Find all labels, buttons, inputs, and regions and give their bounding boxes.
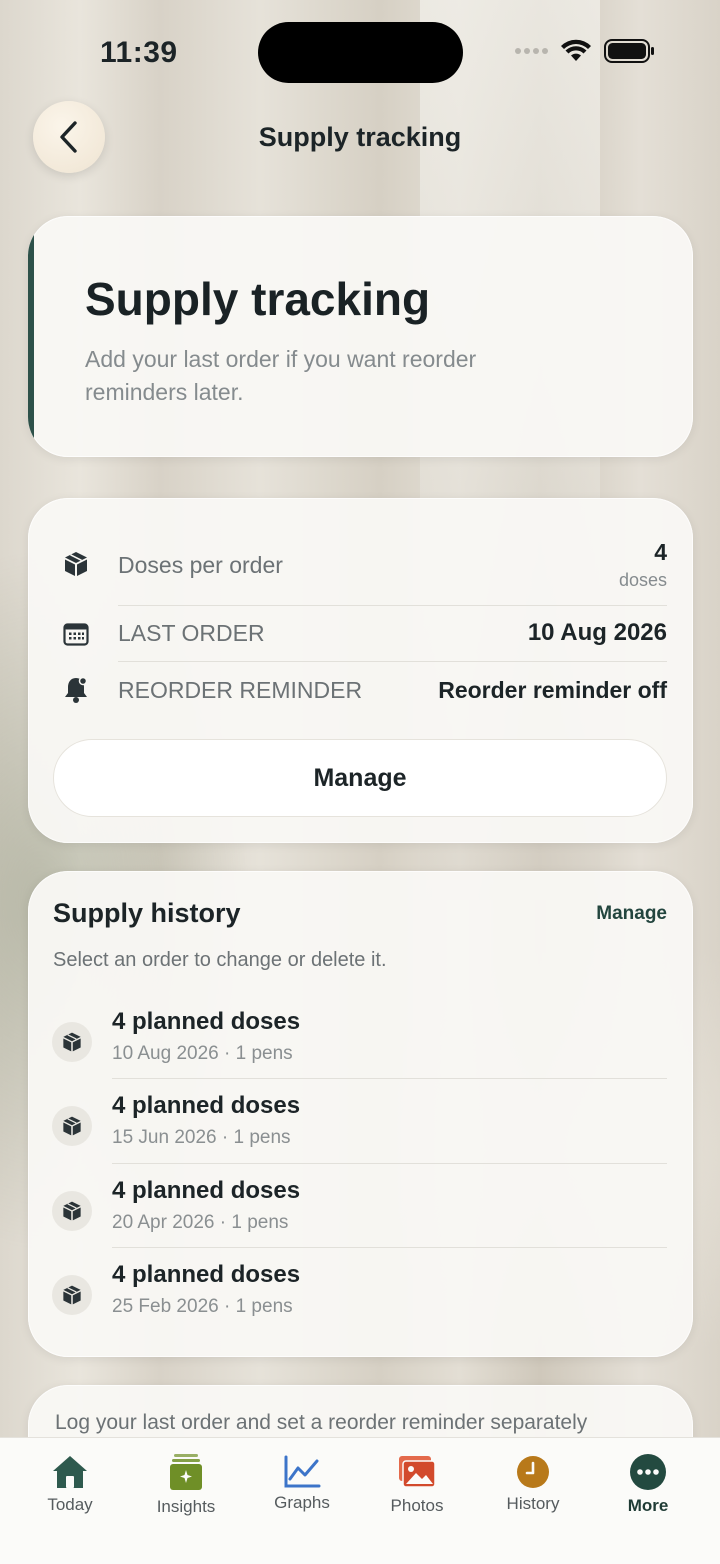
page-title: Supply tracking <box>258 122 462 152</box>
battery-icon <box>604 39 654 63</box>
status-bar: 11:39 <box>0 0 720 100</box>
photos-icon <box>397 1452 437 1492</box>
supply-details-card: Doses per order 4 doses LAST ORDER 10 Au… <box>28 498 693 843</box>
last-order-value: 10 Aug 2026 <box>527 619 667 646</box>
last-order-row: LAST ORDER 10 Aug 2026 <box>28 606 693 662</box>
tab-label: Photos <box>390 1496 444 1515</box>
wifi-icon <box>561 39 591 61</box>
history-item-meta: 15 Jun 2026 · 1 pens <box>112 1127 291 1148</box>
doses-per-order-row: Doses per order 4 doses <box>28 532 693 602</box>
status-icons <box>515 38 656 64</box>
tab-label: History <box>506 1494 560 1513</box>
tab-label: Insights <box>156 1497 216 1516</box>
supply-history-title: Supply history <box>53 898 241 928</box>
supply-history-card: Supply history Manage Select an order to… <box>28 871 693 1357</box>
tab-photos[interactable]: Photos <box>359 1438 475 1564</box>
reorder-info-text: Log your last order and set a reorder re… <box>55 1411 588 1434</box>
hero-title: Supply tracking <box>85 273 431 325</box>
history-item-title: 4 planned doses <box>112 1177 301 1204</box>
divider <box>112 1078 667 1079</box>
history-item-title: 4 planned doses <box>112 1261 301 1288</box>
hero-subtitle: Add your last order if you want reorder … <box>85 346 477 405</box>
history-item-meta: 20 Apr 2026 · 1 pens <box>112 1212 289 1233</box>
tab-history[interactable]: History <box>475 1438 591 1564</box>
history-item[interactable]: 4 planned doses 10 Aug 2026 · 1 pens <box>28 1008 693 1092</box>
package-icon <box>52 1106 92 1146</box>
cellular-signal-icon <box>515 48 548 54</box>
more-icon <box>628 1452 668 1492</box>
bell-icon <box>62 676 90 704</box>
calendar-icon <box>62 620 90 648</box>
insights-icon <box>166 1452 206 1492</box>
history-item[interactable]: 4 planned doses 25 Feb 2026 · 1 pens <box>28 1261 693 1345</box>
tab-bar: Today Insights Graphs Photos History Mor… <box>0 1437 720 1564</box>
status-time: 11:39 <box>100 36 178 69</box>
tab-label: Graphs <box>274 1493 330 1512</box>
history-item-meta: 10 Aug 2026 · 1 pens <box>112 1043 293 1064</box>
last-order-label: LAST ORDER <box>118 620 265 646</box>
graph-icon <box>282 1452 322 1492</box>
nav-header: Supply tracking <box>0 100 720 176</box>
package-icon <box>52 1275 92 1315</box>
package-icon <box>62 550 90 578</box>
package-icon <box>52 1191 92 1231</box>
history-item-title: 4 planned doses <box>112 1008 301 1035</box>
reorder-reminder-value: Reorder reminder off <box>438 677 667 703</box>
supply-history-subtitle: Select an order to change or delete it. <box>53 949 387 971</box>
divider <box>112 1247 667 1248</box>
history-item[interactable]: 4 planned doses 20 Apr 2026 · 1 pens <box>28 1177 693 1261</box>
history-item-title: 4 planned doses <box>112 1092 301 1119</box>
tab-graphs[interactable]: Graphs <box>244 1438 360 1564</box>
tab-today[interactable]: Today <box>12 1438 128 1564</box>
dynamic-island <box>258 22 463 83</box>
history-manage-link[interactable]: Manage <box>596 903 667 925</box>
home-icon <box>50 1452 90 1492</box>
package-icon <box>52 1022 92 1062</box>
clock-icon <box>513 1452 553 1492</box>
doses-per-order-value: 4 <box>654 539 667 565</box>
doses-per-order-label: Doses per order <box>118 552 283 578</box>
reorder-reminder-row: REORDER REMINDER Reorder reminder off <box>28 662 693 720</box>
tab-more[interactable]: More <box>590 1438 706 1564</box>
manage-button[interactable]: Manage <box>53 739 667 817</box>
divider <box>112 1163 667 1164</box>
doses-unit: doses <box>618 570 667 590</box>
tab-label: More <box>627 1496 669 1515</box>
tab-insights[interactable]: Insights <box>128 1438 244 1564</box>
tab-label: Today <box>47 1495 93 1514</box>
hero-card: Supply tracking Add your last order if y… <box>28 216 693 457</box>
reorder-reminder-label: REORDER REMINDER <box>118 677 363 703</box>
history-item-meta: 25 Feb 2026 · 1 pens <box>112 1296 293 1317</box>
